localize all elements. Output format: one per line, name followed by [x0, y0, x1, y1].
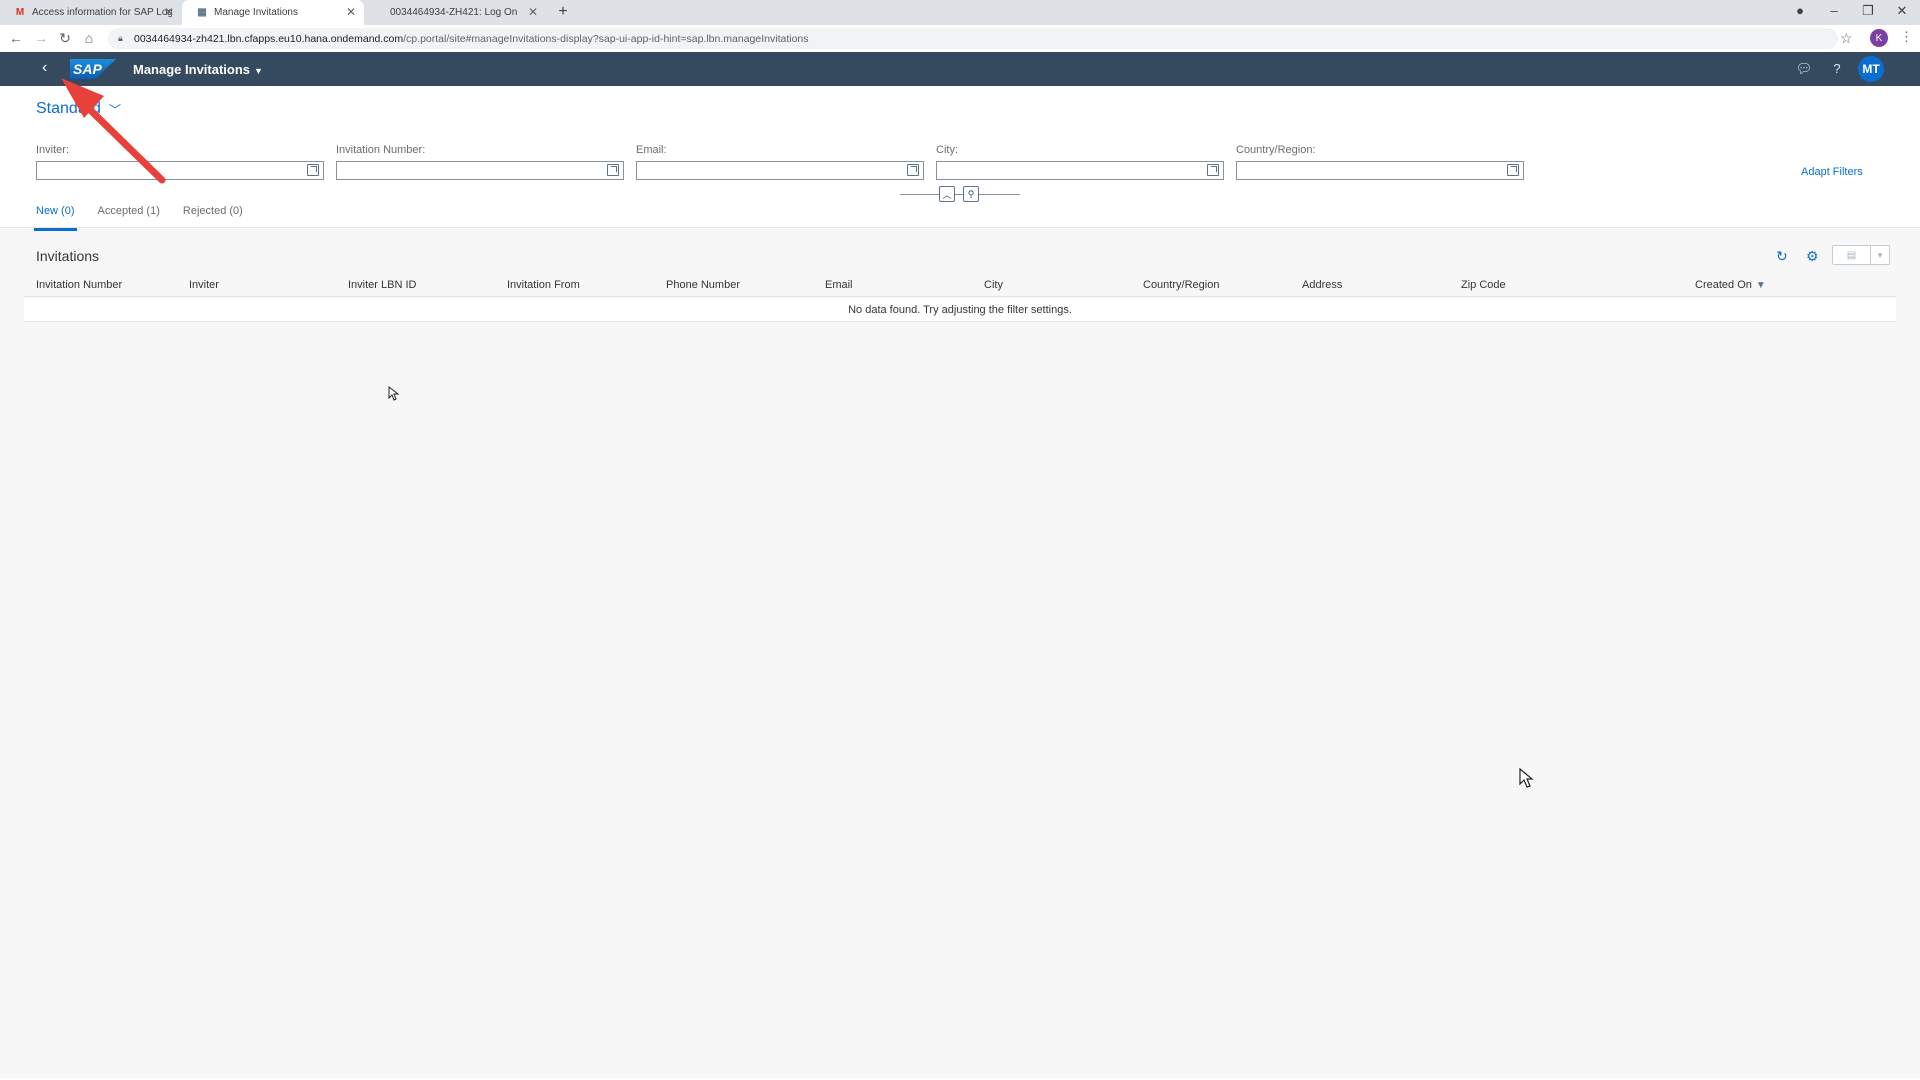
filter-label-country-region: Country/Region:: [1236, 144, 1316, 156]
variant-selector[interactable]: Standard ﹀: [36, 100, 121, 118]
column-header[interactable]: Address: [1302, 279, 1342, 291]
feedback-icon[interactable]: 💬︎: [1795, 61, 1813, 77]
variant-name: Standard: [36, 100, 101, 117]
browser-tab-strip: M Access information for SAP Logi ✕ ▦ Ma…: [0, 0, 1920, 25]
caret-down-icon: ▼: [254, 66, 263, 76]
shell-back-button[interactable]: ‹: [42, 59, 47, 77]
tab-rejected[interactable]: Rejected (0): [183, 205, 243, 226]
tab-accepted[interactable]: Accepted (1): [98, 205, 160, 226]
lock-icon: 🔒︎: [118, 33, 123, 43]
table-title: Invitations: [36, 248, 100, 264]
browser-tab-manage-invitations[interactable]: ▦ Manage Invitations ✕: [182, 0, 364, 25]
user-avatar[interactable]: MT: [1858, 56, 1884, 82]
column-header-label: Created On: [1695, 279, 1752, 291]
table-header-row: Invitation Number Inviter Inviter LBN ID…: [24, 273, 1896, 297]
country-region-input[interactable]: [1236, 161, 1524, 180]
browser-tab-logon[interactable]: 0034464934-ZH421: Log On ✕: [364, 0, 546, 25]
browser-back-icon[interactable]: ←: [7, 30, 25, 46]
browser-tab-gmail[interactable]: M Access information for SAP Logi ✕: [0, 0, 182, 25]
help-icon[interactable]: ?: [1828, 61, 1846, 76]
value-help-icon[interactable]: [607, 164, 619, 176]
value-help-icon[interactable]: [307, 164, 319, 176]
app-title-text: Manage Invitations: [133, 62, 251, 77]
filter-label-invitation-number: Invitation Number:: [336, 144, 426, 156]
bookmark-star-icon[interactable]: ☆: [1840, 30, 1853, 47]
close-tab-icon[interactable]: ✕: [164, 6, 174, 18]
value-help-icon[interactable]: [1207, 164, 1219, 176]
no-data-row: No data found. Try adjusting the filter …: [24, 298, 1896, 322]
value-help-icon[interactable]: [907, 164, 919, 176]
filter-label-city: City:: [936, 144, 958, 156]
shell-bar: ‹ SAP Manage Invitations ▼ 💬︎ ? MT: [0, 52, 1920, 86]
mouse-cursor-icon: [1519, 768, 1534, 788]
url-path: /cp.portal/site#manageInvitations-displa…: [403, 32, 809, 45]
gmail-icon: M: [15, 7, 25, 18]
value-help-icon[interactable]: [1507, 164, 1519, 176]
chevron-down-icon: ﹀: [108, 102, 121, 117]
home-icon[interactable]: ⌂: [80, 30, 98, 46]
column-header[interactable]: Country/Region: [1143, 279, 1219, 291]
city-input[interactable]: [936, 161, 1224, 180]
pin-header-button[interactable]: ⚲: [963, 186, 979, 202]
browser-profile-avatar[interactable]: K: [1870, 29, 1888, 47]
header-collapse-divider: [900, 194, 1020, 195]
email-input[interactable]: [636, 161, 924, 180]
adapt-filters-link[interactable]: Adapt Filters: [1801, 166, 1863, 178]
column-header[interactable]: Zip Code: [1461, 279, 1506, 291]
browser-toolbar: ← → ↻ ⌂ 🔒︎ 0034464934-zh421.lbn.cfapps.e…: [0, 25, 1920, 52]
tab-title: Access information for SAP Logi: [32, 7, 172, 18]
column-header[interactable]: Invitation Number: [36, 279, 122, 291]
app-title-menu[interactable]: Manage Invitations ▼: [133, 62, 263, 77]
filter-header: Standard ﹀ Inviter: Invitation Number: E…: [0, 86, 1920, 231]
restore-icon[interactable]: ❐: [1858, 3, 1878, 19]
column-header-created-on[interactable]: Created On ▼: [1695, 279, 1766, 291]
browser-account-icon[interactable]: ●: [1790, 3, 1810, 18]
sap-page-icon: ▦: [197, 7, 207, 18]
close-tab-icon[interactable]: ✕: [528, 6, 538, 18]
tab-new[interactable]: New (0): [34, 205, 77, 231]
new-tab-plus-icon[interactable]: +: [554, 3, 572, 21]
tab-title: Manage Invitations: [214, 7, 298, 18]
browser-forward-icon[interactable]: →: [32, 30, 50, 46]
export-button[interactable]: ▤ ▾: [1832, 245, 1890, 265]
filter-label-email: Email:: [636, 144, 667, 156]
export-icon[interactable]: ▤: [1833, 246, 1871, 264]
column-header[interactable]: Email: [825, 279, 853, 291]
browser-menu-icon[interactable]: ⋮: [1900, 29, 1913, 45]
column-header[interactable]: Inviter LBN ID: [348, 279, 416, 291]
url-host: 0034464934-zh421.lbn.cfapps.eu10.hana.on…: [134, 32, 404, 45]
icon-tab-bar: New (0) Accepted (1) Rejected (0): [34, 205, 266, 231]
settings-gear-icon[interactable]: ⚙: [1806, 248, 1819, 265]
reload-icon[interactable]: ↻: [56, 30, 74, 46]
close-tab-icon[interactable]: ✕: [346, 6, 356, 18]
tab-title: 0034464934-ZH421: Log On: [390, 7, 518, 18]
invitation-number-input[interactable]: [336, 161, 624, 180]
sap-logo[interactable]: SAP: [70, 59, 116, 79]
column-header[interactable]: Phone Number: [666, 279, 740, 291]
column-header[interactable]: Inviter: [189, 279, 219, 291]
column-header[interactable]: City: [984, 279, 1003, 291]
sort-descending-icon: ▼: [1755, 280, 1766, 291]
filter-label-inviter: Inviter:: [36, 144, 70, 156]
inviter-input[interactable]: [36, 161, 324, 180]
minimize-icon[interactable]: –: [1824, 3, 1844, 18]
collapse-header-button[interactable]: ︿: [939, 186, 955, 202]
window-close-icon[interactable]: ✕: [1892, 3, 1912, 19]
mouse-cursor-icon: [388, 386, 400, 401]
column-header[interactable]: Invitation From: [507, 279, 580, 291]
refresh-icon[interactable]: ↻: [1776, 248, 1788, 265]
address-bar[interactable]: 🔒︎ 0034464934-zh421.lbn.cfapps.eu10.hana…: [108, 28, 1838, 49]
chevron-down-icon[interactable]: ▾: [1871, 246, 1889, 264]
